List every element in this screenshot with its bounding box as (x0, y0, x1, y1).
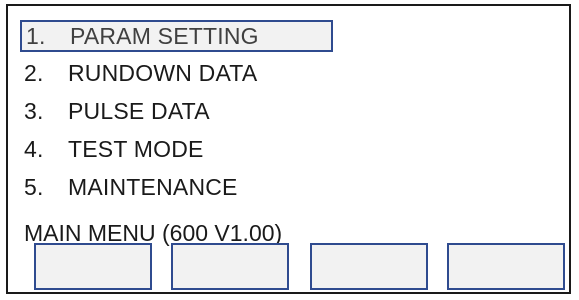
menu-item-param-setting[interactable]: 1. PARAM SETTING (20, 20, 333, 52)
menu-item-label: TEST MODE (68, 136, 204, 162)
softkey-4-button[interactable] (447, 243, 565, 290)
menu-item-test-mode[interactable]: 4. TEST MODE (24, 133, 204, 165)
softkey-1-button[interactable] (34, 243, 152, 290)
menu-item-number: 2. (24, 60, 44, 86)
menu-item-number: 1. (26, 23, 46, 49)
menu-item-label: RUNDOWN DATA (68, 60, 258, 86)
menu-item-number: 5. (24, 174, 44, 200)
menu-item-pulse-data[interactable]: 3. PULSE DATA (24, 95, 210, 127)
menu-item-maintenance[interactable]: 5. MAINTENANCE (24, 171, 238, 203)
softkey-2-button[interactable] (171, 243, 289, 290)
menu-item-label: MAINTENANCE (68, 174, 238, 200)
menu-item-label: PARAM SETTING (70, 23, 259, 49)
menu-item-rundown-data[interactable]: 2. RUNDOWN DATA (24, 57, 257, 89)
menu-item-number: 3. (24, 98, 44, 124)
menu-item-label: PULSE DATA (68, 98, 210, 124)
softkey-3-button[interactable] (310, 243, 428, 290)
device-screen: 1. PARAM SETTING 2. RUNDOWN DATA 3. PULSE D… (6, 4, 571, 294)
menu-item-number: 4. (24, 136, 44, 162)
